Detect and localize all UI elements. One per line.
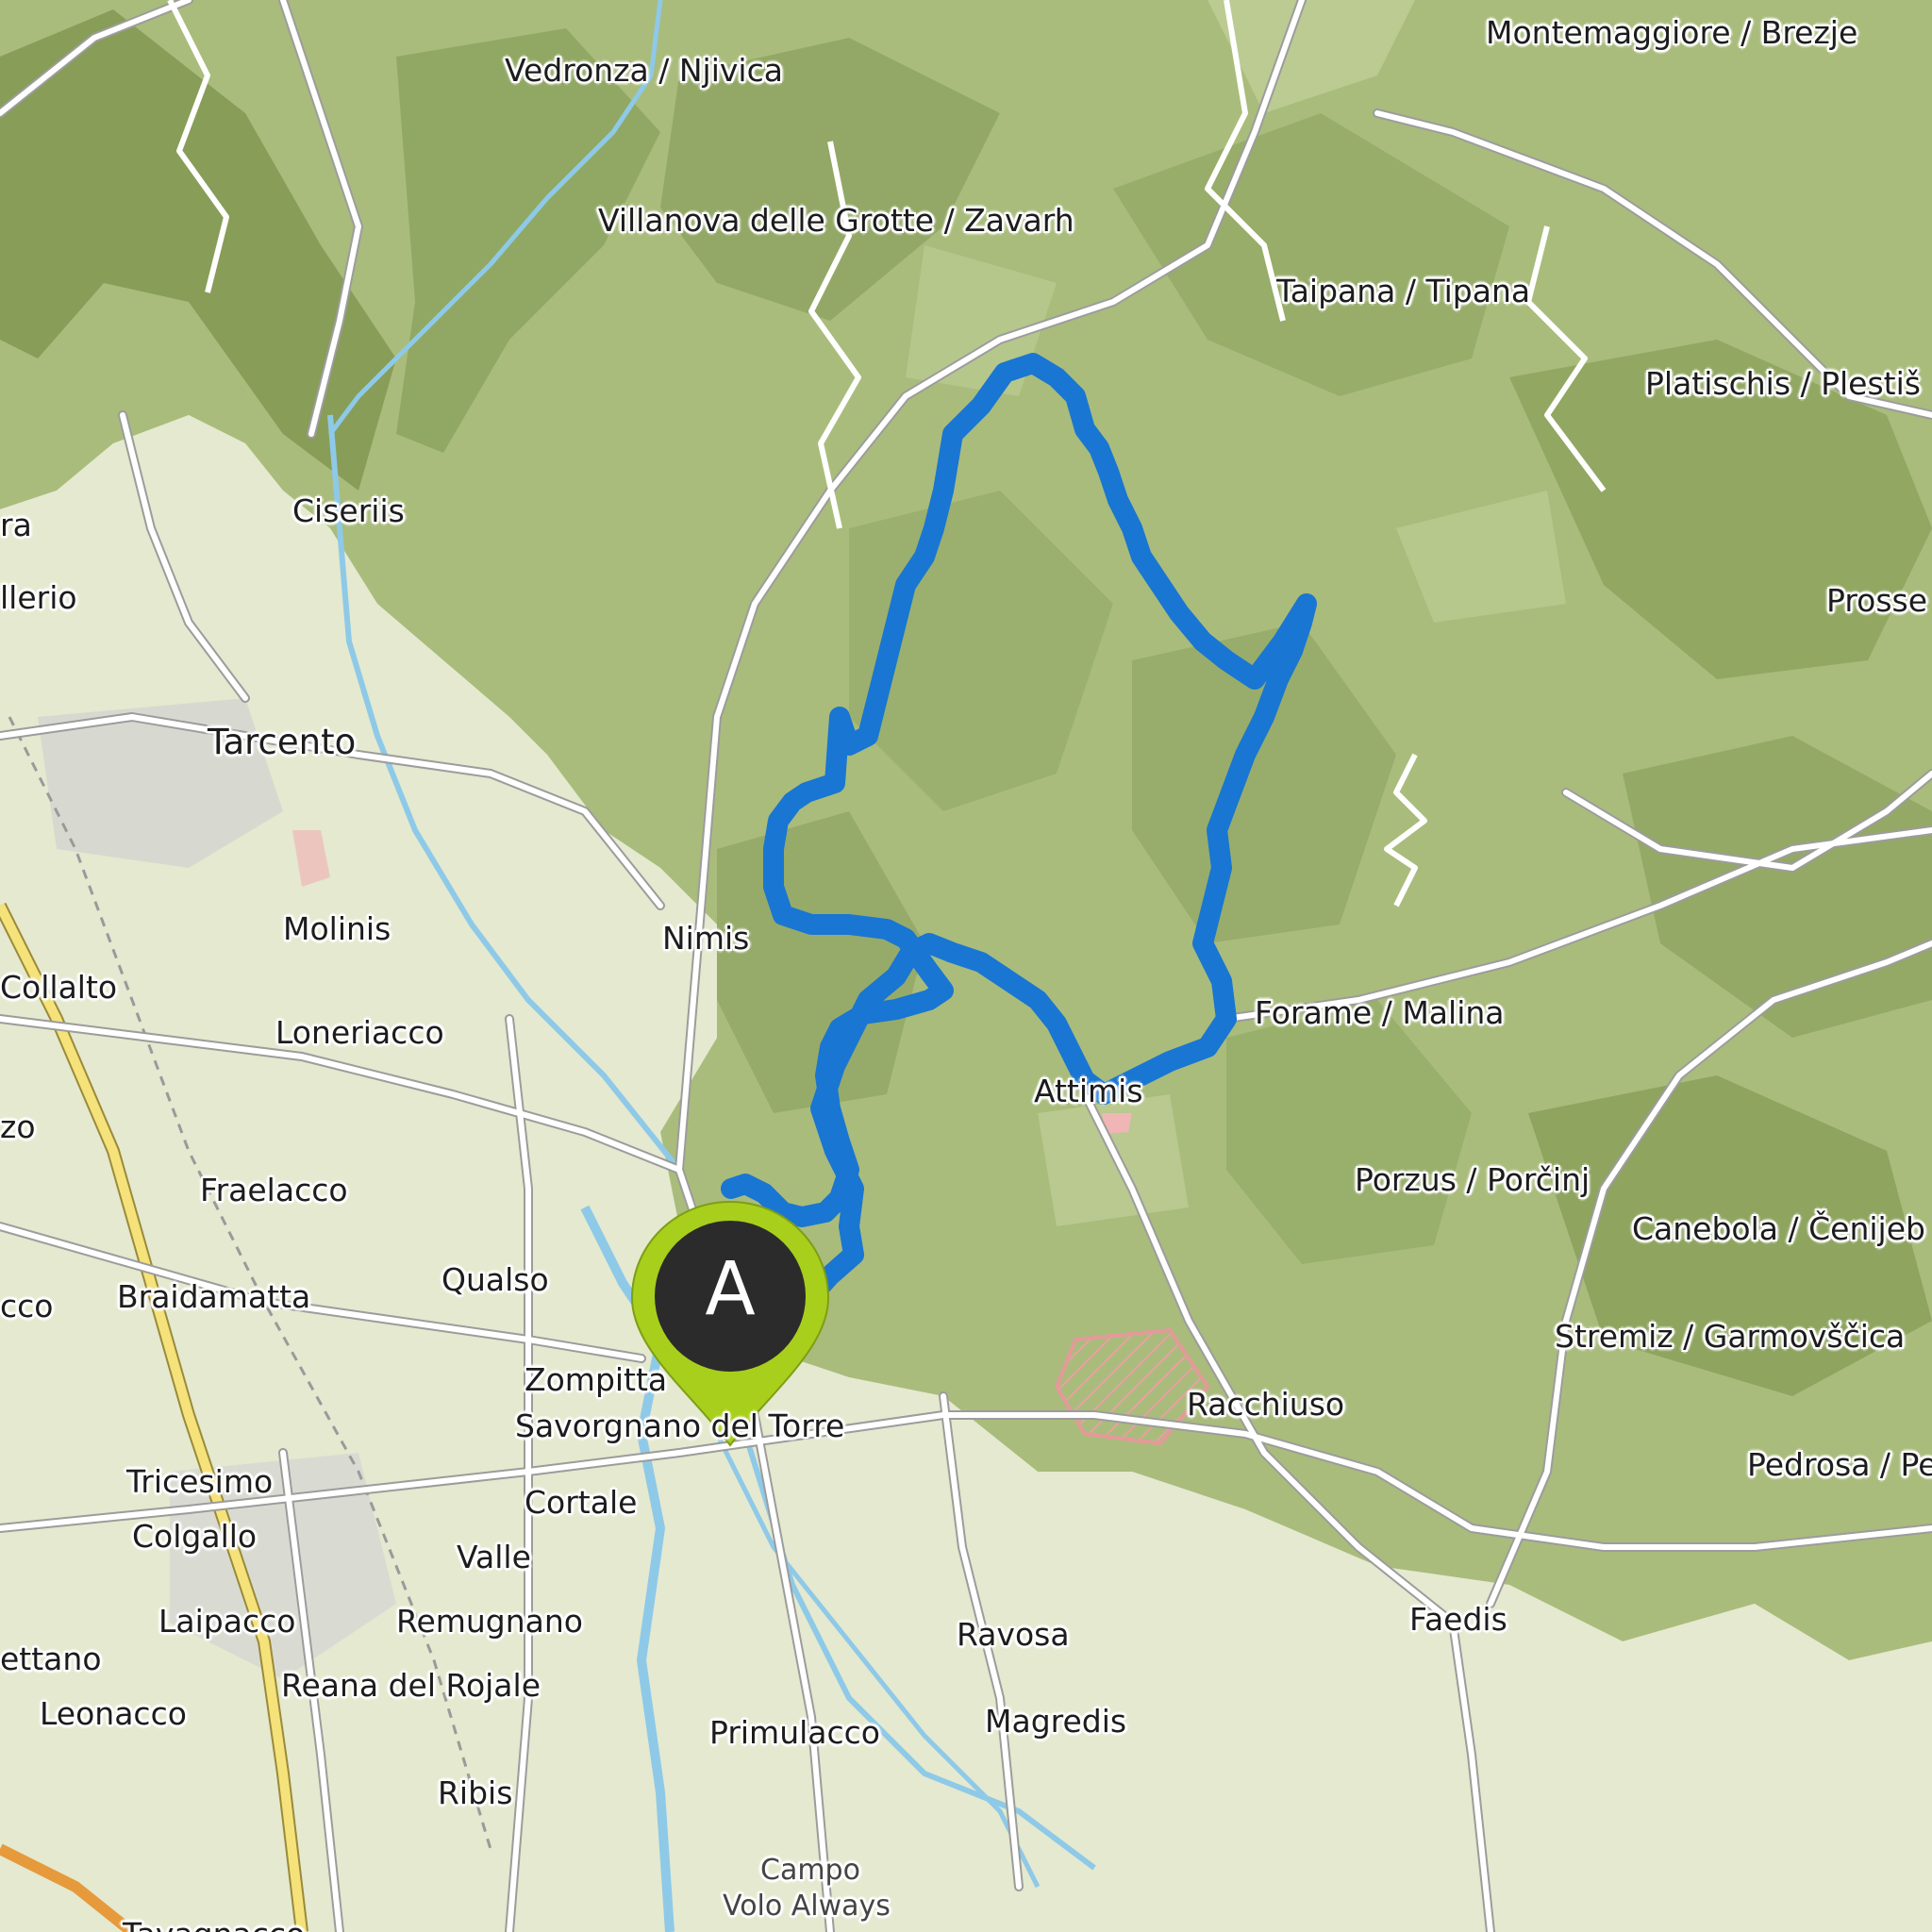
place-label: Ravosa (957, 1616, 1070, 1653)
place-label: Loneriacco (275, 1014, 444, 1051)
place-label: Tarcento (208, 722, 357, 762)
place-label: Porzus / Porčinj (1355, 1161, 1591, 1198)
place-label: Campo (760, 1854, 860, 1887)
place-label: Cortale (525, 1484, 638, 1521)
place-label: Reana del Rojale (281, 1667, 541, 1704)
place-label: ettano (0, 1641, 102, 1677)
place-label: Ribis (438, 1774, 513, 1811)
place-label: Leonacco (40, 1695, 187, 1732)
place-label: Villanova delle Grotte / Zavarh (598, 202, 1074, 239)
place-label: Forame / Malina (1255, 994, 1505, 1031)
place-label: Montemaggiore / Brezje (1486, 14, 1858, 51)
place-label: Taipana / Tipana (1276, 273, 1531, 309)
place-label: Remugnano (396, 1603, 583, 1640)
place-label: Savorgnano del Torre (515, 1407, 845, 1444)
place-label: Laipacco (158, 1603, 296, 1640)
place-label: Vedronza / Njivica (505, 52, 783, 89)
place-label: ra (0, 507, 32, 543)
place-label: zo (0, 1108, 36, 1145)
place-label: Braidamatta (117, 1278, 311, 1315)
place-label: Faedis (1409, 1601, 1507, 1638)
place-label: Qualso (441, 1261, 549, 1298)
place-label: Primulacco (709, 1714, 880, 1751)
place-label: Tavagnacco (123, 1919, 305, 1932)
map-view[interactable]: A Vedronza / Njivica Montemaggiore / Bre… (0, 0, 1932, 1932)
place-label: Nimis (662, 920, 750, 957)
place-label: Prosse (1826, 582, 1928, 619)
place-label: Magredis (985, 1703, 1127, 1740)
place-label: Canebola / Čenijeb (1632, 1210, 1925, 1247)
place-label: Colgallo (132, 1518, 258, 1555)
place-label: Platischis / Plestiš (1645, 365, 1921, 402)
place-label: cco (0, 1288, 54, 1324)
place-label: Molinis (283, 910, 391, 947)
place-label: Valle (457, 1539, 531, 1575)
start-marker-letter: A (705, 1247, 756, 1332)
place-label: Stremiz / Garmovščica (1555, 1318, 1906, 1355)
place-label: Collalto (0, 969, 118, 1006)
place-label: Zompitta (525, 1361, 668, 1398)
place-label: llerio (0, 579, 77, 616)
place-label: Racchiuso (1187, 1386, 1345, 1423)
place-label: Pedrosa / Pe (1747, 1446, 1932, 1483)
place-label: Attimis (1034, 1073, 1143, 1109)
place-label: Tricesimo (126, 1463, 274, 1500)
place-label: Ciseriis (292, 492, 405, 529)
place-label: Fraelacco (200, 1172, 348, 1208)
place-label: Volo Always (723, 1890, 891, 1923)
